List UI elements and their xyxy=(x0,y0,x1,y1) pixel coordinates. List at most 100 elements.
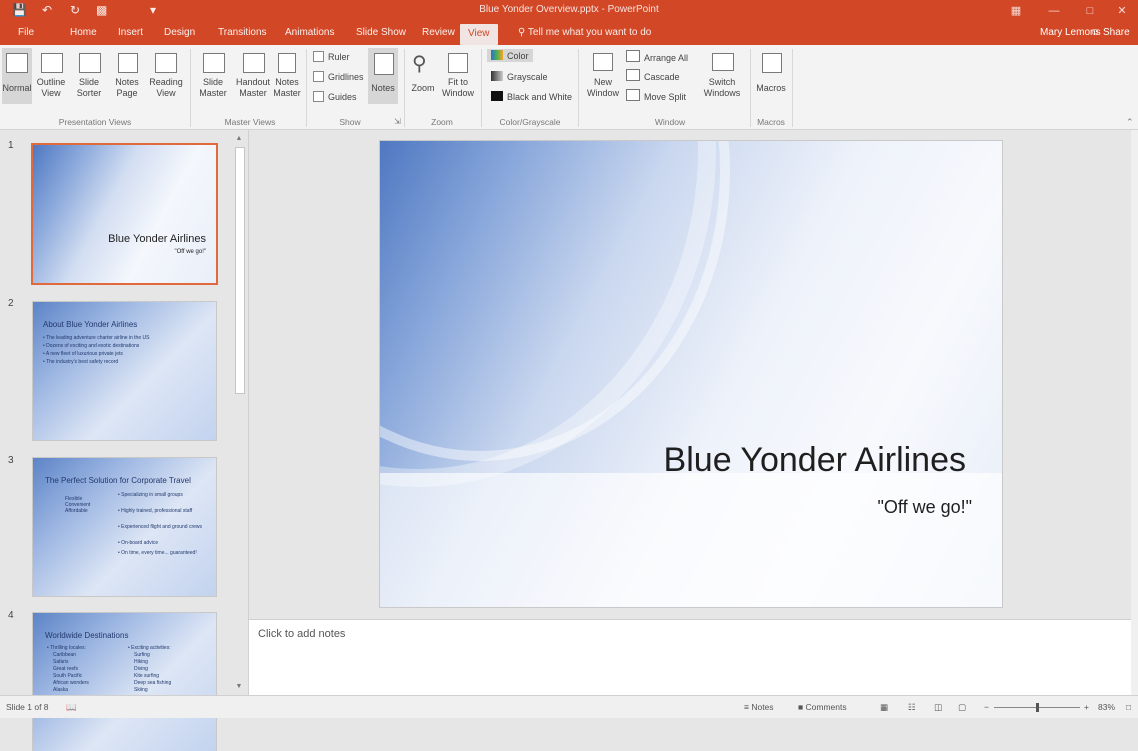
slide-sorter-status-icon[interactable]: ☷ xyxy=(908,702,916,713)
slide-subtitle[interactable]: "Off we go!" xyxy=(878,497,973,518)
grayscale-option[interactable]: Grayscale xyxy=(491,71,548,82)
tab-file[interactable]: File xyxy=(18,27,34,38)
zoom-level[interactable]: 83% xyxy=(1098,702,1115,712)
slide-number: 4 xyxy=(8,610,14,621)
ribbon-separator xyxy=(578,49,579,127)
ribbon: Normal Outline View Slide Sorter Notes P… xyxy=(0,45,1138,130)
thumb-title: The Perfect Solution for Corporate Trave… xyxy=(45,476,191,485)
notes-icon xyxy=(374,53,394,75)
tab-transitions[interactable]: Transitions xyxy=(218,27,267,38)
move-split-button[interactable]: Move Split xyxy=(626,89,686,102)
slide-thumbnail-1[interactable]: Blue Yonder Airlines "Off we go!" xyxy=(33,145,216,283)
ribbon-separator xyxy=(750,49,751,127)
fit-to-window-label: Fit to Window xyxy=(441,77,474,98)
maximize-icon[interactable]: □ xyxy=(1076,2,1104,20)
notes-placeholder[interactable]: Click to add notes xyxy=(258,628,345,640)
tab-home[interactable]: Home xyxy=(70,27,97,38)
window-title: Blue Yonder Overview.pptx - PowerPoint xyxy=(479,4,659,15)
zoom-slider-thumb[interactable] xyxy=(1036,703,1039,712)
tab-animations[interactable]: Animations xyxy=(285,27,334,38)
notes-status-button[interactable]: ≡ Notes xyxy=(744,702,774,712)
cascade-icon xyxy=(626,69,640,81)
ribbon-separator xyxy=(190,49,191,127)
tab-review[interactable]: Review xyxy=(422,27,455,38)
notes-pane[interactable]: Click to add notes xyxy=(249,619,1131,696)
slide-title[interactable]: Blue Yonder Airlines xyxy=(664,441,966,480)
comments-status-button[interactable]: ■ Comments xyxy=(798,702,847,712)
close-icon[interactable]: ✕ xyxy=(1108,2,1136,20)
thumb-bullet: Caribbean xyxy=(53,652,77,658)
tell-me-search[interactable]: ⚲ Tell me what you want to do xyxy=(518,27,651,38)
master-views-group-label: Master Views xyxy=(224,117,276,127)
slide-counter: Slide 1 of 8 xyxy=(6,702,49,712)
slide-thumbnail-4[interactable]: Worldwide Destinations • Thrilling local… xyxy=(33,613,216,751)
checkbox-icon xyxy=(313,71,324,82)
collapse-ribbon-icon[interactable]: ⌃ xyxy=(1126,117,1134,128)
ribbon-display-icon[interactable]: ▦ xyxy=(1002,2,1030,20)
ribbon-separator xyxy=(404,49,405,127)
normal-label: Normal xyxy=(2,83,32,93)
thumb-bullet: • On time, every time... guaranteed! xyxy=(118,550,197,556)
black-and-white-label: Black and White xyxy=(507,92,573,102)
zoom-in-icon[interactable]: + xyxy=(1084,702,1089,712)
fit-slide-icon[interactable]: □ xyxy=(1126,702,1131,712)
color-option[interactable]: Color xyxy=(487,49,533,62)
thumb-bullet: Diving xyxy=(134,666,148,672)
zoom-label: Zoom xyxy=(411,83,435,93)
black-and-white-option[interactable]: Black and White xyxy=(491,91,572,102)
guides-checkbox[interactable]: Guides xyxy=(313,91,357,102)
color-label: Color xyxy=(507,51,529,61)
reading-view-status-icon[interactable]: ◫ xyxy=(934,702,942,713)
thumbnails-scrollbar[interactable]: ▲ ▼ xyxy=(233,135,245,695)
grayscale-swatch-icon xyxy=(491,71,503,81)
ruler-checkbox[interactable]: Ruler xyxy=(313,51,350,62)
thumb-bullet: Skiing xyxy=(134,687,148,693)
tab-design[interactable]: Design xyxy=(164,27,195,38)
outline-view-label: Outline View xyxy=(36,77,66,98)
arrange-all-button[interactable]: Arrange All xyxy=(626,50,688,63)
slide-thumbnails-pane: 1 Blue Yonder Airlines "Off we go!" 2 Ab… xyxy=(0,130,249,751)
thumb-bullet: Safaris xyxy=(53,659,69,665)
window-group-label: Window xyxy=(654,117,686,127)
thumb-bullet: Great reefs xyxy=(53,666,79,672)
color-swatch-icon xyxy=(491,50,503,60)
checkbox-icon xyxy=(313,91,324,102)
ribbon-tabs: File Home Insert Design Transitions Anim… xyxy=(0,22,1138,45)
thumb-title: About Blue Yonder Airlines xyxy=(43,320,138,329)
slide-show-status-icon[interactable]: ▢ xyxy=(958,702,966,713)
scrollbar-thumb[interactable] xyxy=(235,147,245,394)
presentation-views-group-label: Presentation Views xyxy=(58,117,132,127)
comments-status-label: Comments xyxy=(805,702,847,712)
current-slide[interactable]: Blue Yonder Airlines "Off we go!" xyxy=(380,141,1002,607)
thumb-bullet: • On-board advice xyxy=(118,540,159,546)
slide-thumbnail-3[interactable]: The Perfect Solution for Corporate Trave… xyxy=(33,458,216,596)
normal-view-status-icon[interactable]: ▦ xyxy=(880,702,888,713)
bw-swatch-icon xyxy=(491,91,503,101)
notes-label: Notes xyxy=(371,83,395,93)
gridlines-label: Gridlines xyxy=(328,72,364,82)
dialog-launcher-icon[interactable]: ⇲ xyxy=(394,117,401,126)
zoom-out-icon[interactable]: − xyxy=(984,702,989,712)
reading-view-icon xyxy=(155,53,177,73)
thumb-bullet: • A new fleet of luxurious private jets xyxy=(43,351,123,357)
scroll-up-icon[interactable]: ▲ xyxy=(235,135,243,145)
thumb-bullet: • Specializing in small groups xyxy=(118,492,183,498)
slide-number: 2 xyxy=(8,298,14,309)
tab-insert[interactable]: Insert xyxy=(118,27,143,38)
cascade-button[interactable]: Cascade xyxy=(626,69,680,82)
main-scrollbar[interactable] xyxy=(1131,130,1138,695)
tab-slide-show[interactable]: Slide Show xyxy=(356,27,406,38)
share-button[interactable]: ☺ Share xyxy=(1090,27,1130,38)
minimize-icon[interactable]: — xyxy=(1040,2,1068,20)
tab-view[interactable]: View xyxy=(460,24,498,45)
scroll-down-icon[interactable]: ▼ xyxy=(235,683,243,693)
gridlines-checkbox[interactable]: Gridlines xyxy=(313,71,364,82)
notes-master-icon xyxy=(278,53,296,73)
thumb-title: Blue Yonder Airlines xyxy=(108,233,206,245)
slide-thumbnail-2[interactable]: About Blue Yonder Airlines • The leading… xyxy=(33,302,216,440)
thumb-subtitle: "Off we go!" xyxy=(174,249,207,255)
thumb-bullet: Alaska xyxy=(53,687,69,693)
spell-check-icon[interactable]: 📖 xyxy=(66,702,77,713)
grayscale-label: Grayscale xyxy=(507,72,548,82)
macros-label: Macros xyxy=(756,83,786,93)
